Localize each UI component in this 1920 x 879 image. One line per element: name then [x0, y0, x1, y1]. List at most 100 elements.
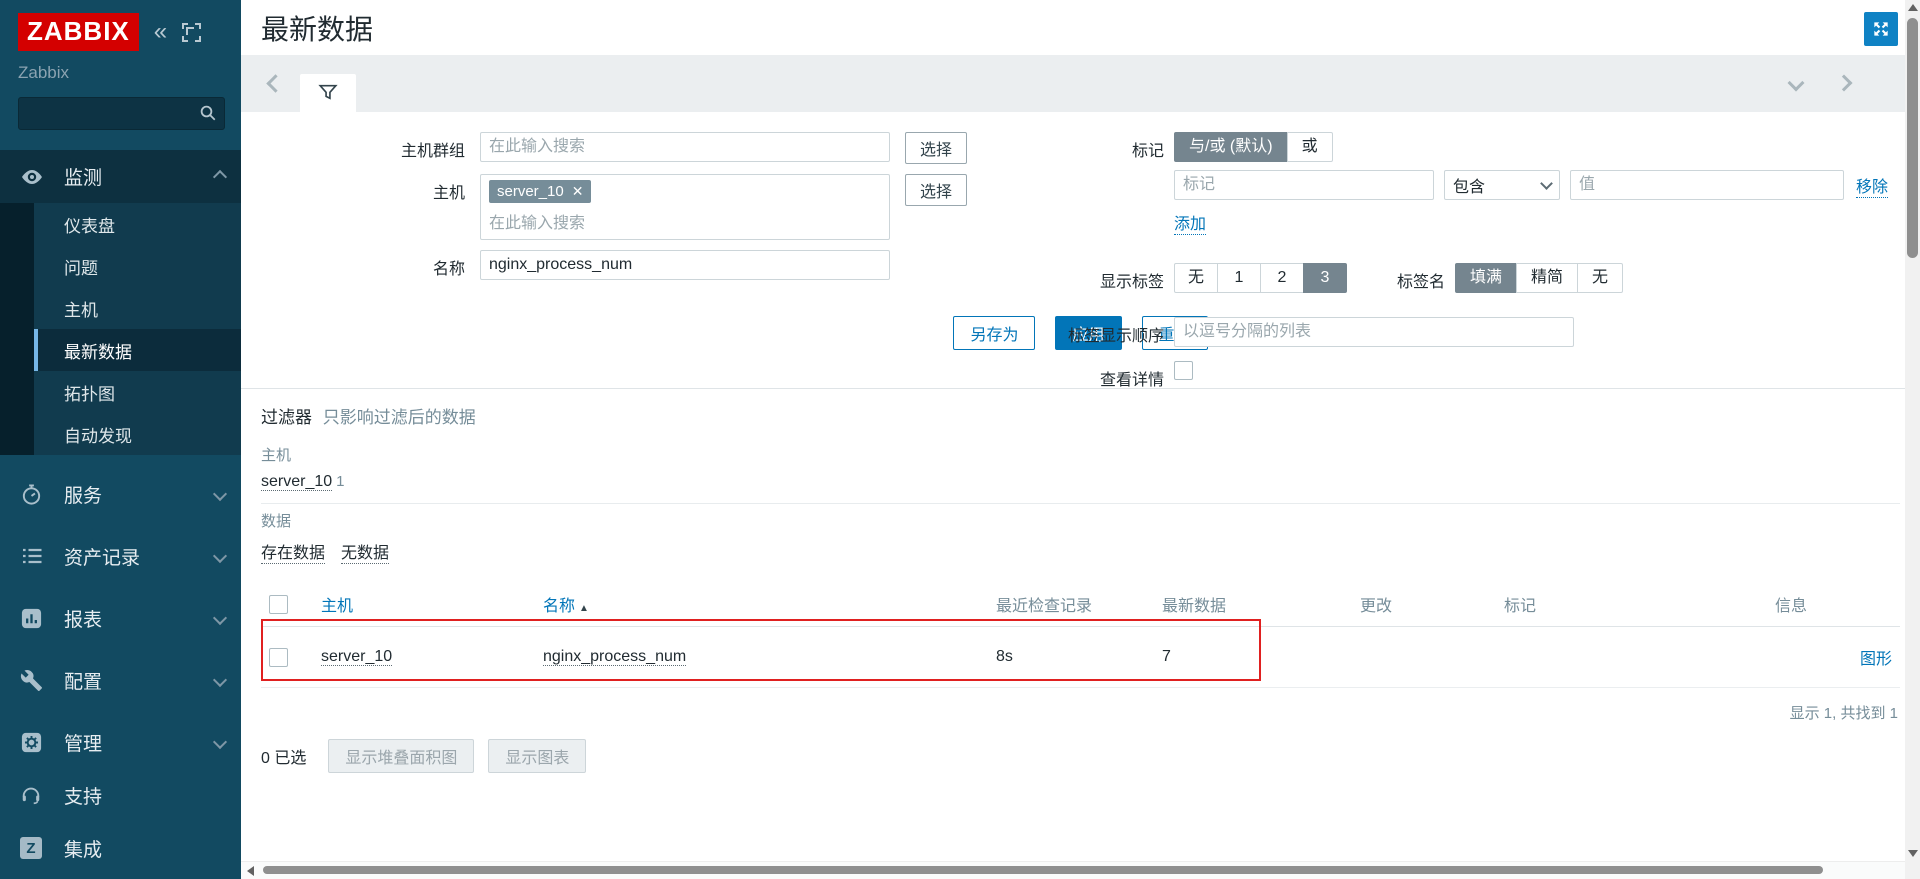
tag-remove-link[interactable]: 移除 [1856, 173, 1888, 198]
host-filter-link[interactable]: server_10 [261, 473, 332, 491]
sidebar-item-support[interactable]: 支持 [0, 773, 241, 817]
change-header: 更改 [1352, 582, 1496, 627]
remove-chip-icon[interactable]: ✕ [572, 183, 584, 200]
sidebar-item-dashboard[interactable]: 仪表盘 [34, 203, 241, 245]
without-data-link[interactable]: 无数据 [341, 539, 389, 564]
sort-name-header[interactable]: 名称 [543, 598, 575, 615]
scroll-down-icon[interactable] [1908, 850, 1918, 857]
hosts-multiselect[interactable]: server_10 ✕ 在此输入搜索 [480, 174, 890, 240]
hosts-input-placeholder[interactable]: 在此输入搜索 [489, 209, 881, 233]
kiosk-mode-button[interactable] [1864, 12, 1898, 46]
tag-display-label: 标签名 [1347, 263, 1445, 292]
display-stacked-graph-button[interactable]: 显示堆叠面积图 [328, 739, 474, 773]
tag-name-full[interactable]: 填满 [1455, 263, 1517, 293]
chevron-down-icon [213, 673, 227, 687]
host-groups-input[interactable] [480, 132, 890, 162]
sidebar-item-problems[interactable]: 问题 [34, 245, 241, 287]
row-checkbox[interactable] [269, 648, 288, 667]
sidebar-item-administration[interactable]: 管理 [0, 719, 241, 765]
sidebar-item-inventory[interactable]: 资产记录 [0, 533, 241, 579]
chevron-up-icon [213, 169, 227, 183]
sort-host-header[interactable]: 主机 [321, 598, 353, 615]
save-as-button[interactable]: 另存为 [953, 316, 1035, 350]
show-tags-segment: 无 1 2 3 [1174, 263, 1347, 293]
host-filter-count: 1 [336, 473, 344, 490]
filter-summary: 过滤器 只影响过滤后的数据 主机 server_101 数据 存在数据 无数据 [241, 389, 1920, 576]
filter-tab-strip [241, 55, 1920, 112]
collapse-filter-icon[interactable] [1788, 75, 1805, 92]
sidebar: ZABBIX « Zabbix 监测 [0, 0, 241, 879]
show-tags-3[interactable]: 3 [1303, 263, 1347, 293]
sidebar-item-reports[interactable]: 报表 [0, 595, 241, 641]
tags-andor-option[interactable]: 与/或 (默认) [1174, 132, 1288, 162]
show-tags-2[interactable]: 2 [1260, 263, 1304, 293]
tag-priority-input[interactable] [1174, 317, 1574, 347]
show-details-checkbox[interactable] [1174, 361, 1193, 380]
horizontal-scrollbar[interactable] [241, 861, 1905, 879]
vertical-scroll-thumb[interactable] [1907, 18, 1918, 258]
previous-tab-icon[interactable] [266, 74, 284, 92]
chevron-down-icon [213, 487, 227, 501]
sidebar-search-input[interactable] [18, 97, 225, 130]
tag-value-input[interactable] [1570, 170, 1844, 200]
row-graph-link[interactable]: 图形 [1860, 651, 1892, 668]
show-tags-none[interactable]: 无 [1174, 263, 1218, 293]
compact-view-icon[interactable] [182, 23, 201, 42]
tags-or-option[interactable]: 或 [1287, 132, 1333, 162]
table-header-row: 主机 名称▲ 最近检查记录 最新数据 更改 标记 信息 [261, 582, 1900, 627]
last-value-header: 最新数据 [1154, 582, 1352, 627]
sidebar-item-maps[interactable]: 拓扑图 [34, 371, 241, 413]
page-title: 最新数据 [261, 8, 373, 48]
filter-note: 只影响过滤后的数据 [323, 408, 476, 427]
with-data-link[interactable]: 存在数据 [261, 539, 325, 564]
sidebar-item-monitoring[interactable]: 监测 [0, 150, 241, 203]
hosts-select-button[interactable]: 选择 [905, 174, 967, 206]
select-all-checkbox[interactable] [269, 595, 288, 614]
row-item-link[interactable]: nginx_process_num [543, 648, 686, 666]
host-groups-select-button[interactable]: 选择 [905, 132, 967, 164]
horizontal-scroll-thumb[interactable] [263, 866, 1823, 874]
display-graph-button[interactable]: 显示图表 [488, 739, 586, 773]
name-input[interactable] [480, 250, 890, 280]
scroll-left-icon[interactable] [247, 866, 254, 876]
main-content: 最新数据 主机群组 选 [241, 0, 1920, 879]
next-tab-icon[interactable] [1836, 75, 1853, 92]
hosts-label: 主机 [241, 174, 465, 203]
filter-note-title: 过滤器 [261, 408, 312, 427]
chevron-down-icon [213, 735, 227, 749]
sidebar-item-discovery[interactable]: 自动发现 [34, 413, 241, 455]
tag-name-shortened[interactable]: 精简 [1516, 263, 1578, 293]
sidebar-item-latest-data[interactable]: 最新数据 [34, 329, 241, 371]
tag-name-input[interactable] [1174, 170, 1434, 200]
chevron-down-icon [213, 549, 227, 563]
search-icon[interactable] [199, 104, 217, 127]
filter-panel: 主机群组 选择 主机 server_10 ✕ 在此输入搜索 选择 [241, 112, 1920, 389]
sidebar-item-configuration[interactable]: 配置 [0, 657, 241, 703]
sidebar-item-label: 监测 [64, 163, 102, 190]
sort-asc-icon: ▲ [579, 603, 589, 614]
selected-count: 0 已选 [261, 744, 306, 768]
show-tags-1[interactable]: 1 [1217, 263, 1261, 293]
table-row: server_10 nginx_process_num 8s 7 图形 [261, 627, 1900, 688]
monitoring-submenu: 仪表盘 问题 主机 最新数据 拓扑图 自动发现 [0, 203, 241, 455]
gear-icon [20, 730, 47, 754]
host-section-label: 主机 [261, 444, 1900, 465]
row-host-link[interactable]: server_10 [321, 648, 392, 666]
collapse-sidebar-icon[interactable]: « [154, 20, 167, 44]
zabbix-logo[interactable]: ZABBIX [18, 13, 139, 51]
tag-operator-select[interactable]: 包含 [1444, 170, 1560, 200]
filter-tab[interactable] [300, 74, 356, 112]
host-chip: server_10 ✕ [489, 180, 591, 203]
chevron-down-icon [1540, 177, 1553, 190]
tag-name-segment: 填满 精简 无 [1455, 263, 1623, 293]
vertical-scrollbar[interactable] [1905, 0, 1920, 879]
sidebar-item-hosts[interactable]: 主机 [34, 287, 241, 329]
wrench-icon [20, 668, 47, 692]
stopwatch-icon [20, 482, 47, 506]
tag-add-link[interactable]: 添加 [1174, 210, 1206, 235]
server-name-label: Zabbix [0, 51, 241, 95]
tag-name-none[interactable]: 无 [1577, 263, 1623, 293]
scroll-up-icon[interactable] [1908, 4, 1918, 11]
sidebar-item-services[interactable]: 服务 [0, 471, 241, 517]
sidebar-item-integrations[interactable]: Z 集成 [0, 826, 241, 870]
